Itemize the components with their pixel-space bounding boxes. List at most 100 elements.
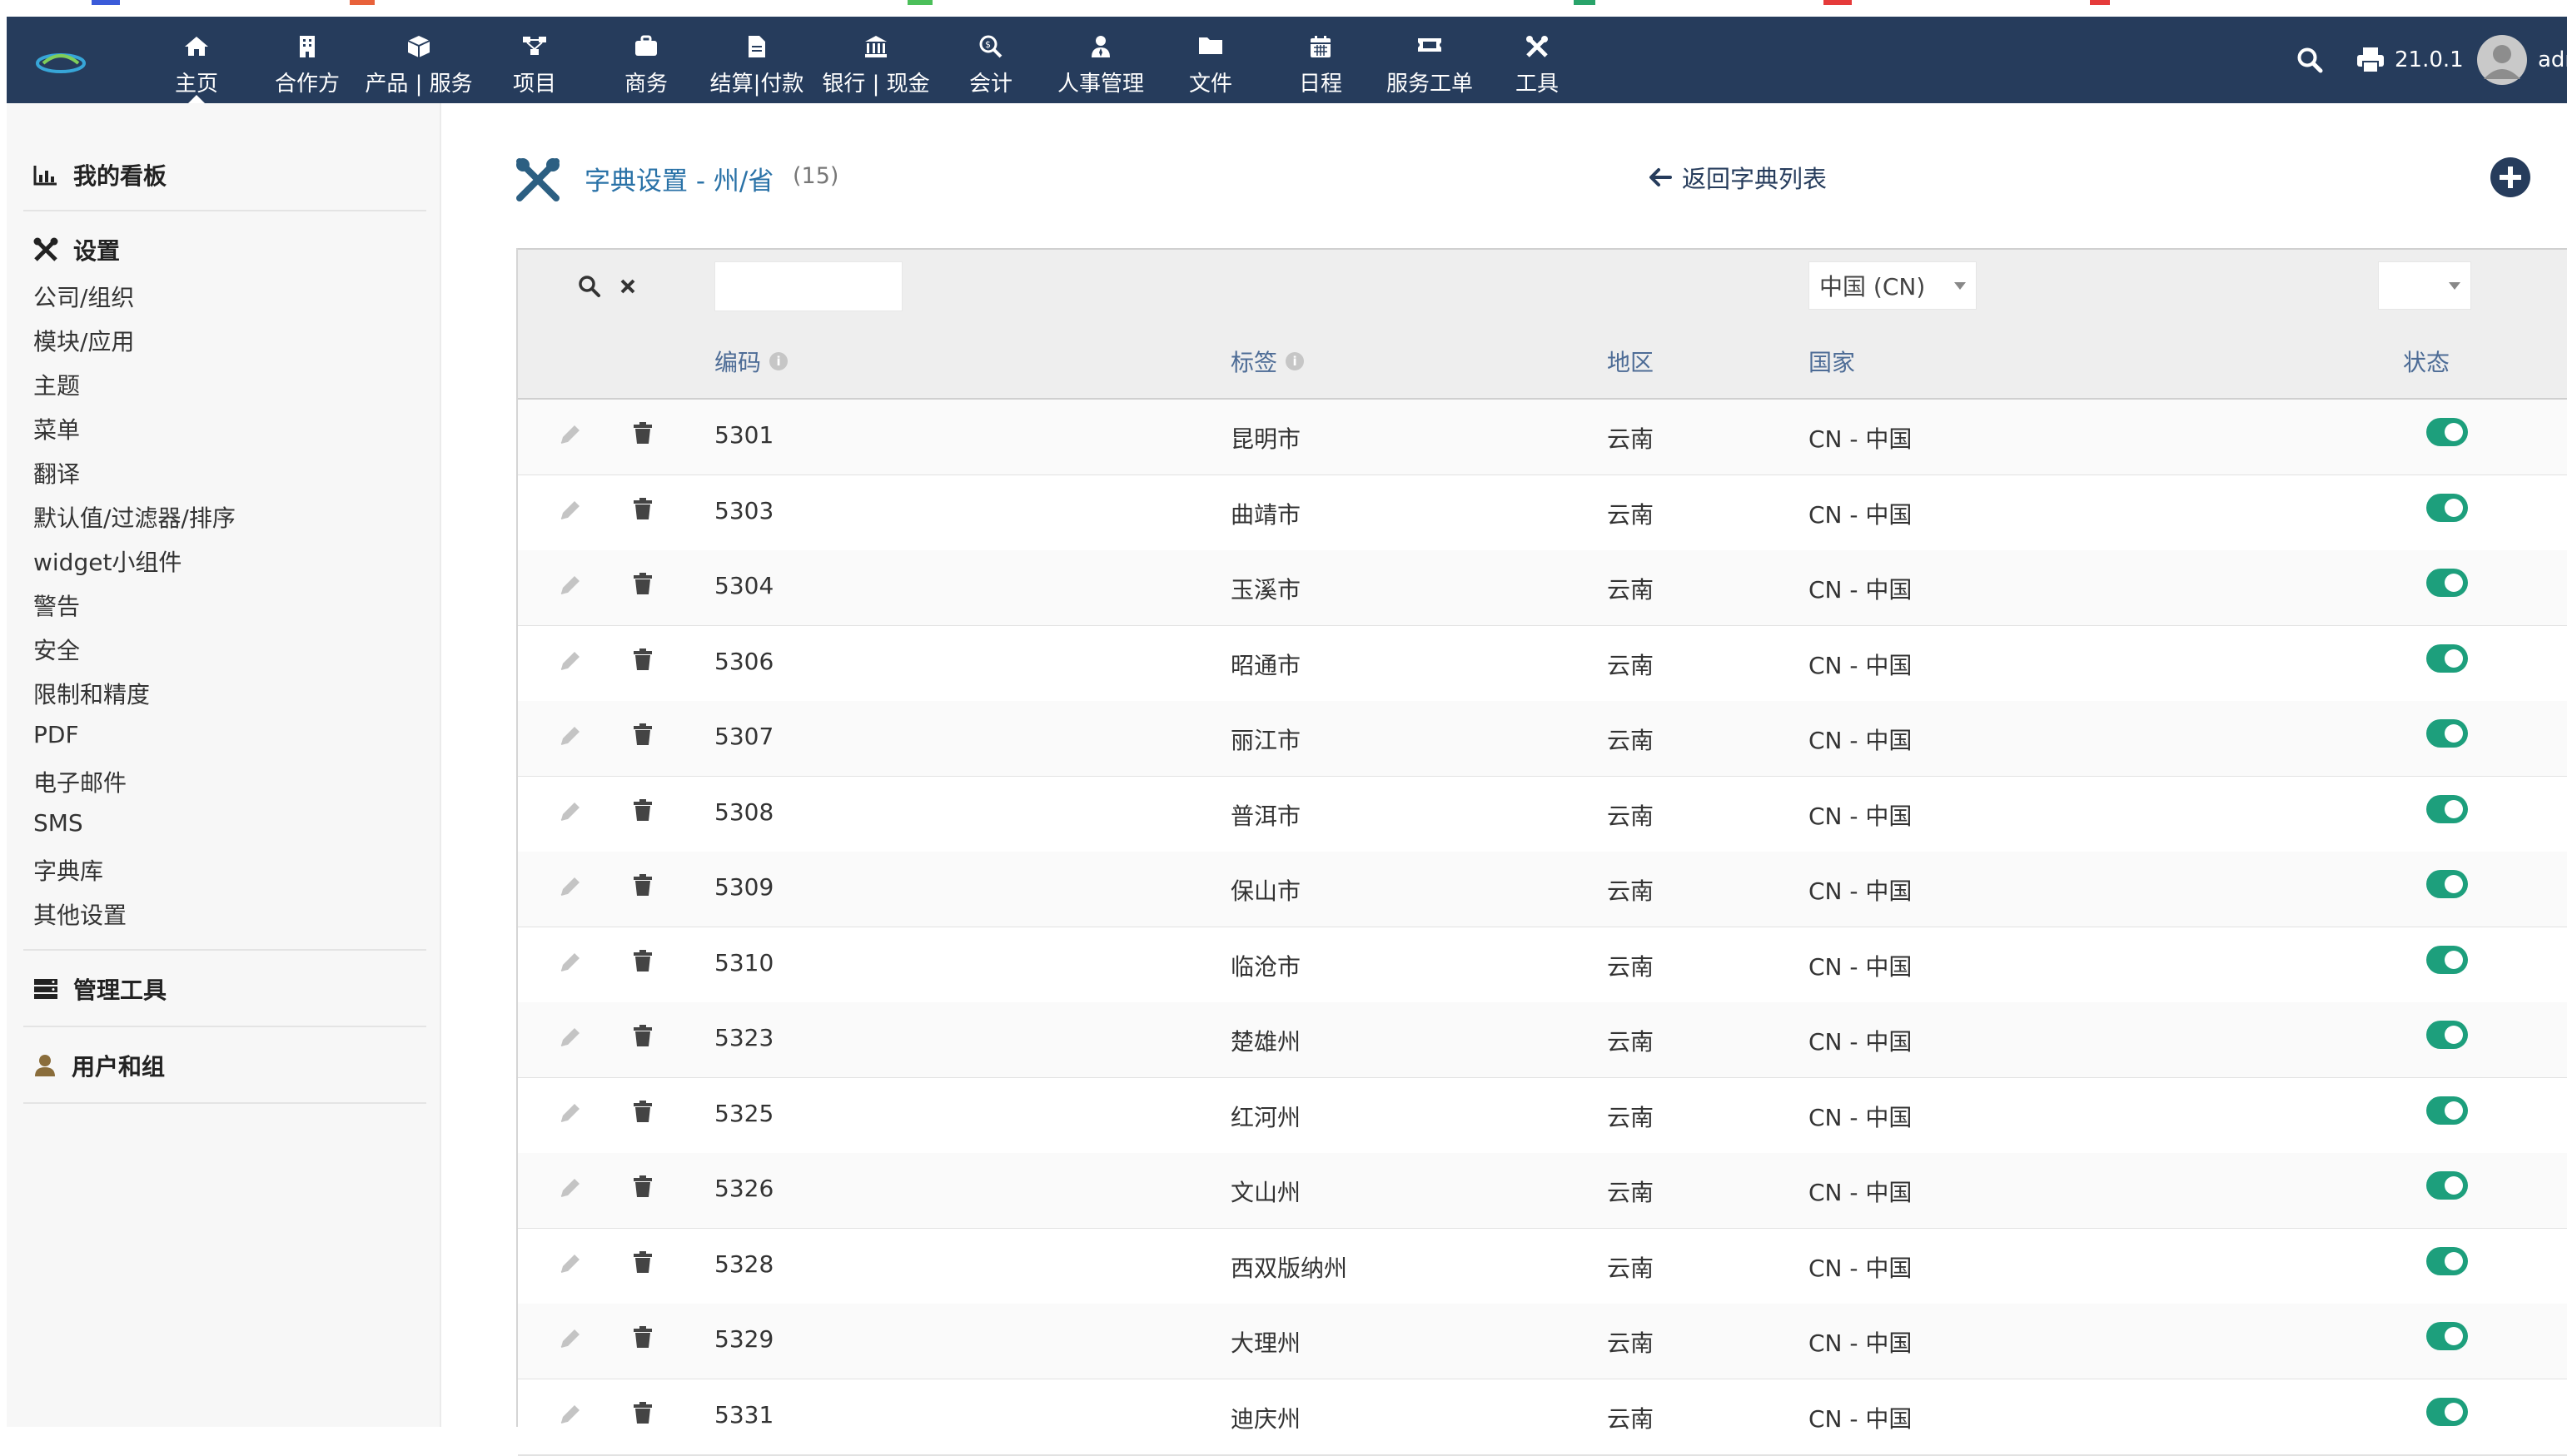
status-filter-select[interactable] bbox=[2378, 261, 2471, 310]
trash-icon[interactable] bbox=[633, 572, 653, 595]
sidebar-link-limits[interactable]: 限制和精度 bbox=[33, 677, 150, 710]
pencil-icon[interactable] bbox=[558, 574, 583, 597]
trash-icon[interactable] bbox=[633, 648, 653, 671]
sidebar-link-security[interactable]: 安全 bbox=[33, 633, 80, 666]
status-toggle[interactable] bbox=[2426, 794, 2468, 823]
sidebar-link-translation[interactable]: 翻译 bbox=[33, 456, 80, 489]
pencil-icon[interactable] bbox=[558, 499, 583, 522]
search-icon[interactable] bbox=[578, 275, 601, 298]
building-icon bbox=[300, 36, 315, 57]
status-toggle[interactable] bbox=[2426, 493, 2468, 522]
status-toggle[interactable] bbox=[2426, 1397, 2468, 1426]
nav-item-accounting[interactable]: $ 会计 bbox=[951, 17, 1031, 103]
trash-icon[interactable] bbox=[633, 1100, 653, 1123]
sidebar-divider bbox=[23, 1026, 426, 1027]
app-logo[interactable] bbox=[35, 47, 87, 77]
trash-icon[interactable] bbox=[633, 798, 653, 822]
nav-item-partners[interactable]: 合作方 bbox=[261, 17, 353, 103]
pencil-icon[interactable] bbox=[558, 1101, 583, 1125]
code-filter-input[interactable] bbox=[714, 261, 903, 311]
nav-item-bank[interactable]: 银行 | 现金 bbox=[821, 17, 931, 103]
header-code[interactable]: 编码 i bbox=[714, 345, 789, 378]
nav-item-products[interactable]: 产品 | 服务 bbox=[365, 17, 473, 103]
cell-region: 云南 bbox=[1607, 802, 1654, 830]
status-toggle[interactable] bbox=[2426, 870, 2468, 898]
sidebar-item-dashboard[interactable]: 我的看板 bbox=[33, 158, 167, 191]
status-toggle[interactable] bbox=[2426, 945, 2468, 974]
country-filter-select[interactable]: 中国 (CN) bbox=[1808, 261, 1977, 310]
sidebar-item-settings[interactable]: 设置 bbox=[33, 233, 120, 266]
pencil-icon[interactable] bbox=[558, 1176, 583, 1200]
sidebar-link-menus[interactable]: 菜单 bbox=[33, 412, 80, 445]
nav-item-hr[interactable]: 人事管理 bbox=[1049, 17, 1152, 103]
nav-search[interactable] bbox=[2296, 17, 2323, 103]
pencil-icon[interactable] bbox=[558, 1403, 583, 1426]
nav-item-documents[interactable]: 文件 bbox=[1171, 17, 1251, 103]
sidebar-link-modules[interactable]: 模块/应用 bbox=[33, 324, 134, 357]
pencil-icon[interactable] bbox=[558, 1252, 583, 1275]
user-tie-icon bbox=[1092, 36, 1110, 57]
trash-icon[interactable] bbox=[633, 873, 653, 897]
clear-filter-icon[interactable] bbox=[619, 278, 636, 295]
pencil-icon[interactable] bbox=[558, 649, 583, 673]
sidebar-link-company[interactable]: 公司/组织 bbox=[33, 280, 134, 313]
add-record-button[interactable] bbox=[2490, 157, 2531, 198]
pencil-icon[interactable] bbox=[558, 1026, 583, 1049]
sidebar-link-sms[interactable]: SMS bbox=[33, 809, 83, 837]
status-toggle[interactable] bbox=[2426, 644, 2468, 673]
print-button[interactable] bbox=[2356, 17, 2385, 103]
status-toggle[interactable] bbox=[2426, 569, 2468, 597]
pencil-icon[interactable] bbox=[558, 875, 583, 898]
trash-icon[interactable] bbox=[633, 1325, 653, 1349]
sidebar-link-pdf[interactable]: PDF bbox=[33, 721, 79, 748]
status-toggle[interactable] bbox=[2426, 1021, 2468, 1049]
info-icon[interactable]: i bbox=[1286, 352, 1305, 370]
sidebar-item-users-groups[interactable]: 用户和组 bbox=[33, 1049, 165, 1082]
status-toggle[interactable] bbox=[2426, 418, 2468, 446]
pencil-icon[interactable] bbox=[558, 1327, 583, 1350]
cell-code: 5308 bbox=[714, 798, 774, 826]
status-toggle[interactable] bbox=[2426, 1171, 2468, 1200]
sidebar-link-email[interactable]: 电子邮件 bbox=[33, 765, 127, 798]
user-menu[interactable]: adm bbox=[2476, 17, 2567, 103]
status-toggle[interactable] bbox=[2426, 1322, 2468, 1350]
nav-item-projects[interactable]: 项目 bbox=[495, 17, 575, 103]
header-label-col[interactable]: 标签 i bbox=[1231, 345, 1305, 378]
trash-icon[interactable] bbox=[633, 949, 653, 972]
nav-item-commerce[interactable]: 商务 bbox=[606, 17, 686, 103]
sidebar-link-alerts[interactable]: 警告 bbox=[33, 589, 80, 622]
nav-item-agenda[interactable]: 日程 bbox=[1281, 17, 1361, 103]
nav-item-home[interactable]: 主页 bbox=[153, 17, 240, 103]
pencil-icon[interactable] bbox=[558, 951, 583, 974]
header-region[interactable]: 地区 bbox=[1607, 345, 1654, 378]
sidebar-link-widgets[interactable]: widget小组件 bbox=[33, 544, 182, 578]
trash-icon[interactable] bbox=[633, 1175, 653, 1198]
trash-icon[interactable] bbox=[633, 1250, 653, 1274]
sidebar-item-admin-tools[interactable]: 管理工具 bbox=[33, 972, 167, 1006]
trash-icon[interactable] bbox=[633, 497, 653, 520]
nav-item-tools[interactable]: 工具 bbox=[1504, 17, 1570, 103]
cell-region: 云南 bbox=[1607, 425, 1654, 453]
status-toggle[interactable] bbox=[2426, 719, 2468, 748]
sidebar-link-defaults[interactable]: 默认值/过滤器/排序 bbox=[33, 500, 236, 534]
header-status[interactable]: 状态 bbox=[2403, 345, 2450, 378]
trash-icon[interactable] bbox=[633, 723, 653, 746]
pencil-icon[interactable] bbox=[558, 724, 583, 748]
status-toggle[interactable] bbox=[2426, 1246, 2468, 1275]
server-icon bbox=[34, 979, 57, 999]
sidebar-link-dictionaries[interactable]: 字典库 bbox=[33, 853, 103, 887]
pencil-icon[interactable] bbox=[558, 800, 583, 823]
back-to-dictionary-list-link[interactable]: 返回字典列表 bbox=[1649, 160, 1827, 195]
trash-icon[interactable] bbox=[633, 1401, 653, 1424]
nav-item-tickets[interactable]: 服务工单 bbox=[1376, 17, 1484, 103]
info-icon[interactable]: i bbox=[769, 352, 789, 370]
status-toggle[interactable] bbox=[2426, 1096, 2468, 1125]
nav-item-billing[interactable]: 结算|付款 bbox=[703, 17, 811, 103]
trash-icon[interactable] bbox=[633, 421, 653, 445]
trash-icon[interactable] bbox=[633, 1024, 653, 1047]
ticket-icon bbox=[1418, 38, 1441, 52]
header-country[interactable]: 国家 bbox=[1808, 345, 1855, 378]
sidebar-link-theme[interactable]: 主题 bbox=[33, 368, 80, 401]
pencil-icon[interactable] bbox=[558, 423, 583, 446]
sidebar-link-other[interactable]: 其他设置 bbox=[33, 897, 127, 931]
